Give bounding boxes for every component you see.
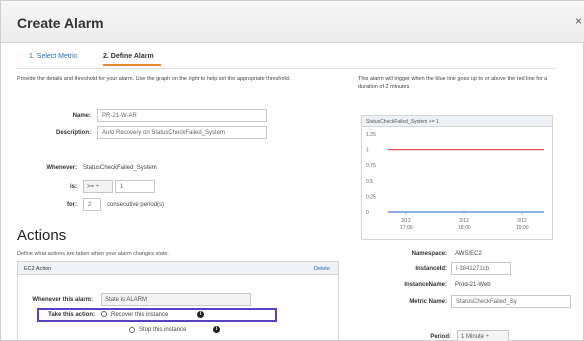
chart-plot: 1.2510.750.50.2503/1217:003/1218:003/121…	[366, 132, 544, 231]
x-tick-label: 3/12	[517, 218, 527, 224]
intro-text: Provide the details and threshold for yo…	[17, 76, 291, 82]
take-action-label: Take this action:	[48, 312, 95, 318]
x-tick-label: 19:00	[516, 225, 529, 231]
alarm-state-label: Whenever this alarm:	[32, 297, 93, 303]
y-tick-label: 0	[366, 210, 369, 216]
delete-action-link[interactable]: Delete	[314, 266, 330, 272]
actions-description: Define what actions are taken when your …	[17, 251, 169, 257]
x-tick-label: 3/12	[401, 218, 411, 224]
info-circle-icon: i	[197, 311, 204, 318]
x-tick-label: 17:00	[400, 225, 413, 231]
create-alarm-dialog: Create Alarm × 1. Select Metric 2. Defin…	[0, 0, 584, 341]
panel-title: EC2 Action	[24, 266, 52, 272]
metricname-label: Metric Name:	[409, 299, 447, 305]
alarm-preview-chart: StatusCheckFailed_System >= 1 1.25 1 0.75 0…	[361, 115, 553, 240]
y-tick-label: 1	[366, 148, 369, 154]
instancename-value: Prod-21-Web	[455, 282, 491, 288]
alarm-state-select[interactable]: State is ALARM	[101, 293, 251, 306]
chart-title: StatusCheckFailed_System >= 1	[366, 119, 439, 125]
period-label: Period:	[430, 334, 451, 340]
recover-option-label: Recover this instance	[111, 312, 169, 318]
close-icon[interactable]: ×	[575, 14, 582, 28]
instanceid-value: i-3841271cb	[451, 262, 511, 275]
namespace-label: Namespace:	[411, 251, 447, 257]
stop-radio[interactable]	[129, 327, 135, 333]
actions-heading: Actions	[17, 227, 67, 244]
is-label: is:	[69, 184, 77, 190]
whenever-label: Whenever:	[46, 165, 77, 171]
name-input[interactable]: PR-21-W-AR	[97, 109, 267, 122]
periods-input[interactable]: 2	[83, 198, 101, 211]
step-select-metric[interactable]: 1. Select Metric	[29, 53, 77, 60]
periods-suffix: consecutive period(s)	[107, 202, 165, 208]
comparison-operator-select[interactable]: >= ÷	[83, 180, 113, 193]
active-step-indicator	[103, 64, 161, 66]
name-label: Name:	[72, 113, 91, 119]
metricname-value: StatusCheckFailed_Sy	[451, 295, 571, 308]
whenever-metric: StatusCheckFailed_System	[83, 165, 157, 171]
y-tick-label: 1.25	[366, 132, 376, 138]
description-label: Description:	[55, 130, 91, 136]
namespace-value: AWS/EC2	[455, 251, 482, 257]
recover-radio[interactable]	[101, 311, 107, 317]
dialog-title: Create Alarm	[17, 15, 104, 31]
divider	[17, 68, 557, 69]
y-tick-label: 0.75	[366, 163, 376, 169]
instanceid-label: InstanceId:	[415, 266, 447, 272]
for-label: for:	[67, 202, 77, 208]
y-tick-label: 0.5	[366, 179, 373, 185]
chart-header: StatusCheckFailed_System >= 1	[362, 116, 552, 127]
threshold-input[interactable]: 1	[115, 180, 155, 193]
dialog-titlebar: Create Alarm ×	[1, 1, 584, 43]
info-circle-icon: i	[213, 326, 220, 333]
y-tick-label: 0.25	[366, 194, 376, 200]
panel-header: EC2 Action Delete	[18, 262, 338, 275]
x-tick-label: 18:00	[458, 225, 471, 231]
stop-option-label: Stop this instance	[139, 327, 187, 333]
step-define-alarm[interactable]: 2. Define Alarm	[103, 53, 154, 60]
period-select[interactable]: 1 Minute ÷	[457, 330, 509, 341]
x-tick-label: 3/12	[459, 218, 469, 224]
instancename-label: InstanceName:	[404, 282, 447, 288]
description-input[interactable]: Auto Recovery on StatusCheckFailed_Syste…	[97, 126, 267, 139]
chart-intro-text: This alarm will trigger when the blue li…	[358, 76, 548, 90]
